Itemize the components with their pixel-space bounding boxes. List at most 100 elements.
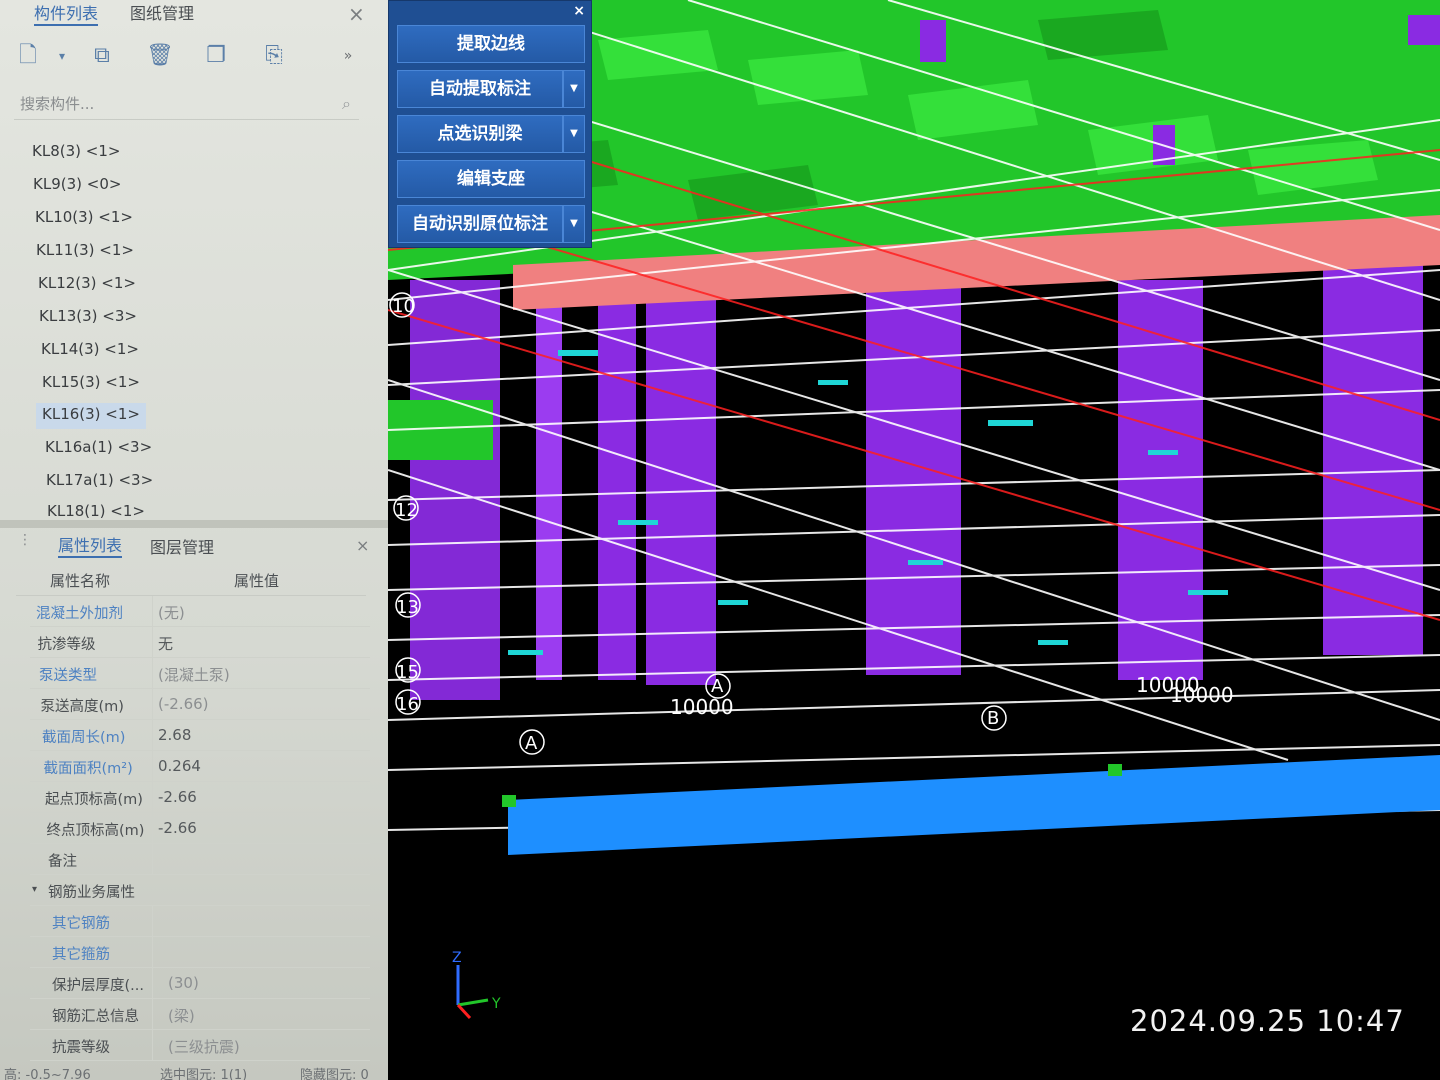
- list-item[interactable]: KL8(3) <1>: [26, 140, 126, 166]
- chevron-down-icon[interactable]: ▼: [563, 70, 585, 108]
- property-row[interactable]: 起点顶标高(m) -2.66: [30, 782, 370, 813]
- auto-extract-label-button[interactable]: 自动提取标注: [397, 70, 563, 108]
- list-item[interactable]: KL13(3) <3>: [33, 305, 143, 331]
- chevron-down-icon[interactable]: ▼: [563, 115, 585, 153]
- beam-marker: [1108, 764, 1122, 776]
- panel-splitter[interactable]: [0, 520, 388, 528]
- expand-more-icon[interactable]: »: [334, 42, 362, 70]
- axis-label: 10: [392, 296, 415, 317]
- list-item[interactable]: KL12(3) <1>: [32, 272, 142, 298]
- property-value: (混凝土泵): [158, 666, 230, 684]
- axis-label: B: [987, 708, 999, 729]
- property-name: 其它箍筋: [52, 947, 110, 963]
- copy-icon[interactable]: ⧉: [88, 42, 116, 70]
- z-axis-label: Z: [452, 950, 462, 966]
- chevron-down-icon[interactable]: ▼: [563, 205, 585, 243]
- property-value-cell[interactable]: [152, 906, 368, 937]
- drag-handle-icon[interactable]: ⋮: [18, 532, 32, 548]
- list-item-selected[interactable]: KL16(3) <1>: [36, 403, 146, 429]
- list-item[interactable]: KL17a(1) <3>: [40, 469, 159, 495]
- list-item[interactable]: KL14(3) <1>: [35, 338, 145, 364]
- property-name: 终点顶标高(m): [46, 823, 145, 839]
- property-name: 起点顶标高(m): [45, 792, 143, 808]
- delete-icon[interactable]: 🗑: [146, 42, 174, 70]
- property-table-header: 属性名称 属性值: [16, 564, 366, 596]
- property-value: 2.68: [158, 726, 192, 744]
- axis-label: 13: [396, 597, 419, 618]
- property-row[interactable]: 备注: [30, 844, 370, 875]
- dimension-label: 10000: [670, 695, 734, 719]
- list-item[interactable]: KL11(3) <1>: [30, 239, 140, 265]
- close-icon[interactable]: ×: [573, 3, 585, 19]
- beam-marker: [502, 795, 516, 807]
- property-row[interactable]: 截面面积(m²) 0.264: [30, 751, 370, 782]
- close-icon[interactable]: ×: [348, 2, 365, 26]
- extract-edge-button[interactable]: 提取边线: [397, 25, 585, 63]
- new-component-icon[interactable]: 🗋: [14, 42, 42, 70]
- list-item[interactable]: KL15(3) <1>: [36, 371, 146, 397]
- list-item[interactable]: KL18(1) <1>: [41, 500, 151, 520]
- property-value: -2.66: [158, 819, 197, 837]
- property-value: (30): [168, 974, 199, 992]
- pick-identify-beam-button[interactable]: 点选识别梁: [397, 115, 563, 153]
- chevron-down-icon[interactable]: ▾: [48, 42, 76, 70]
- edit-support-button[interactable]: 编辑支座: [397, 160, 585, 198]
- auto-identify-inplace-label-button[interactable]: 自动识别原位标注: [397, 205, 563, 243]
- list-item[interactable]: KL10(3) <1>: [29, 206, 139, 232]
- component-list: KL8(3) <1> KL9(3) <0> KL10(3) <1> KL11(3…: [26, 136, 366, 520]
- search-input[interactable]: [20, 92, 320, 116]
- property-name: 保护层厚度(...: [52, 978, 144, 994]
- selected-status: 选中图元: 1(1): [160, 1068, 248, 1080]
- property-row[interactable]: 抗震等级 (三级抗震): [30, 1030, 370, 1061]
- property-value-cell[interactable]: [152, 844, 368, 875]
- status-bar: 高: -0.5~7.96 选中图元: 1(1) 隐藏图元: 0: [0, 1060, 388, 1080]
- property-name: 抗震等级: [52, 1040, 110, 1056]
- property-name: 截面面积(m²): [43, 761, 133, 777]
- search-box: ⌕: [14, 88, 359, 120]
- property-name: 其它钢筋: [52, 916, 110, 932]
- property-row[interactable]: 泵送高度(m) (-2.66): [30, 689, 370, 720]
- axis-triad: Z Y: [452, 950, 501, 1020]
- close-icon[interactable]: ×: [356, 536, 369, 555]
- property-row[interactable]: 其它钢筋: [30, 906, 370, 937]
- recognition-menu: × 提取边线 自动提取标注 ▼ 点选识别梁 ▼ 编辑支座 自动识别原位标注 ▼: [388, 0, 592, 248]
- duplicate-icon[interactable]: ❐: [202, 42, 230, 70]
- property-name: 截面周长(m): [42, 730, 126, 746]
- left-panel: 构件列表 图纸管理 × 🗋 ▾ ⧉ 🗑 ❐ ⎘ » ⌕ KL8(3) <1> K…: [0, 0, 388, 1080]
- property-row[interactable]: 抗渗等级 无: [30, 627, 370, 658]
- property-value-cell[interactable]: [152, 627, 368, 658]
- bottom-beam: [508, 755, 1440, 855]
- property-row[interactable]: 终点顶标高(m) -2.66: [30, 813, 370, 844]
- property-value-header: 属性值: [234, 572, 280, 590]
- dimension-labels: 10000 10000 10000: [670, 673, 1234, 719]
- list-item[interactable]: KL16a(1) <3>: [39, 436, 158, 462]
- hidden-status: 隐藏图元: 0: [300, 1068, 369, 1080]
- property-row[interactable]: 保护层厚度(... (30): [30, 968, 370, 999]
- property-value: 无: [158, 635, 174, 653]
- layer-copy-icon[interactable]: ⎘: [260, 42, 288, 70]
- property-value: 0.264: [158, 757, 201, 775]
- y-axis-label: Y: [491, 996, 501, 1012]
- property-row[interactable]: 截面周长(m) 2.68: [30, 720, 370, 751]
- search-icon[interactable]: ⌕: [342, 94, 351, 114]
- tab-layer-management[interactable]: 图层管理: [150, 534, 214, 558]
- property-row[interactable]: 钢筋汇总信息 (梁): [30, 999, 370, 1030]
- elevation-status: 高: -0.5~7.96: [4, 1068, 91, 1080]
- property-row[interactable]: 其它箍筋: [30, 937, 370, 968]
- axis-label: 16: [396, 694, 419, 715]
- tab-component-list[interactable]: 构件列表: [34, 0, 99, 26]
- axis-label: A: [711, 676, 724, 697]
- collapse-arrow-icon[interactable]: ▾: [32, 884, 37, 895]
- tab-drawing-management[interactable]: 图纸管理: [130, 0, 194, 24]
- property-row[interactable]: 泵送类型 (混凝土泵): [30, 658, 370, 689]
- list-item[interactable]: KL9(3) <0>: [27, 173, 127, 199]
- property-value: (-2.66): [158, 695, 209, 713]
- tab-property-list[interactable]: 属性列表: [58, 532, 123, 558]
- property-name: 抗渗等级: [37, 637, 96, 653]
- dimension-label: 10000: [1170, 683, 1234, 707]
- property-group-row[interactable]: ▾ 钢筋业务属性: [30, 875, 370, 906]
- property-value: (梁): [168, 1007, 195, 1025]
- property-row[interactable]: 混凝土外加剂 (无): [30, 596, 370, 627]
- property-value-cell[interactable]: [152, 937, 368, 968]
- axis-label: 15: [396, 662, 419, 683]
